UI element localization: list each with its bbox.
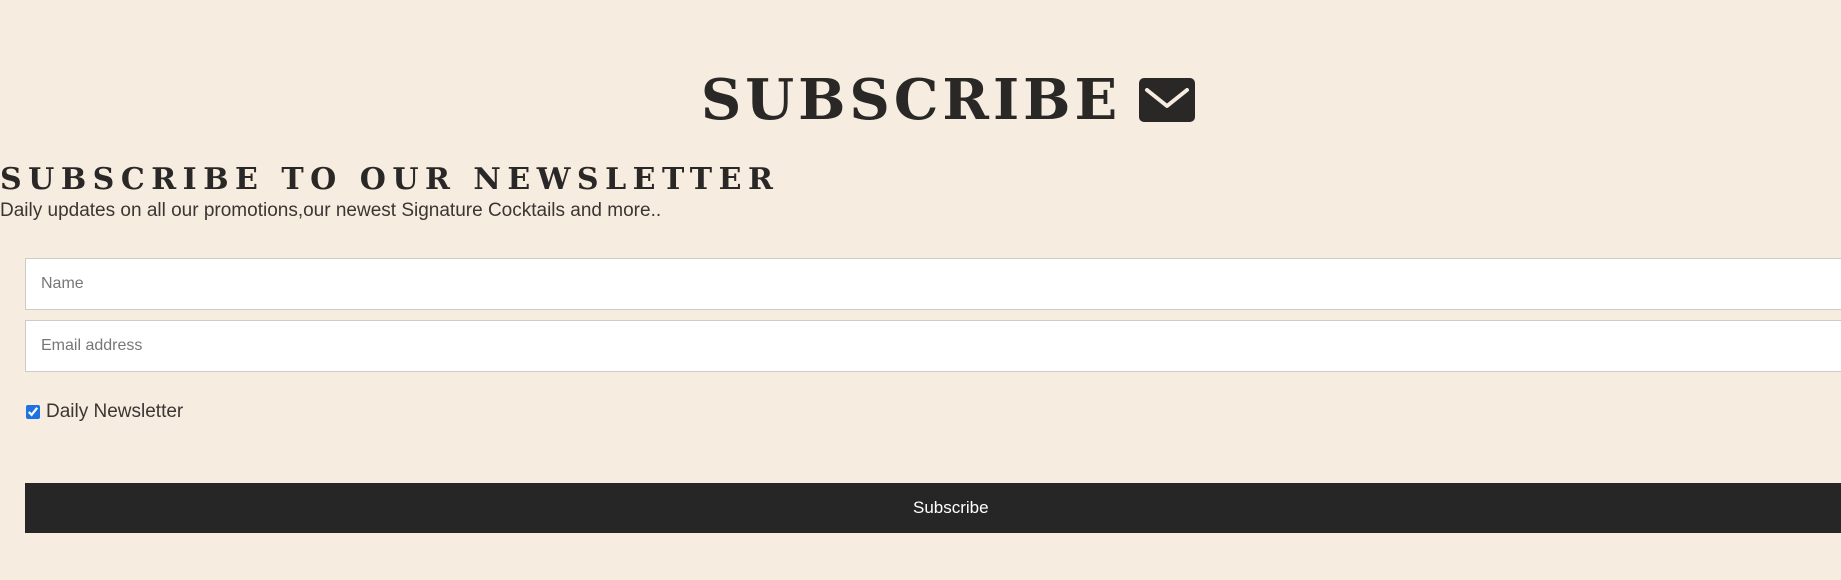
page: SUBSCRIBE SUBSCRIBE TO OUR NEWSLETTER Da… xyxy=(0,0,1841,580)
name-input[interactable] xyxy=(25,258,1841,310)
subscribe-title: SUBSCRIBE xyxy=(0,62,1841,138)
daily-newsletter-checkbox[interactable] xyxy=(26,405,40,419)
subscribe-title-text: SUBSCRIBE xyxy=(700,67,1122,133)
daily-newsletter-label: Daily Newsletter xyxy=(46,401,184,422)
email-input[interactable] xyxy=(25,320,1841,372)
subscribe-section: SUBSCRIBE SUBSCRIBE TO OUR NEWSLETTER Da… xyxy=(0,0,1841,580)
newsletter-heading: SUBSCRIBE TO OUR NEWSLETTER xyxy=(0,162,780,197)
daily-newsletter-option[interactable]: Daily Newsletter xyxy=(25,398,183,426)
newsletter-description: Daily updates on all our promotions,our … xyxy=(0,200,662,221)
envelope-icon xyxy=(1139,78,1196,123)
subscribe-button[interactable]: Subscribe xyxy=(25,483,1841,533)
